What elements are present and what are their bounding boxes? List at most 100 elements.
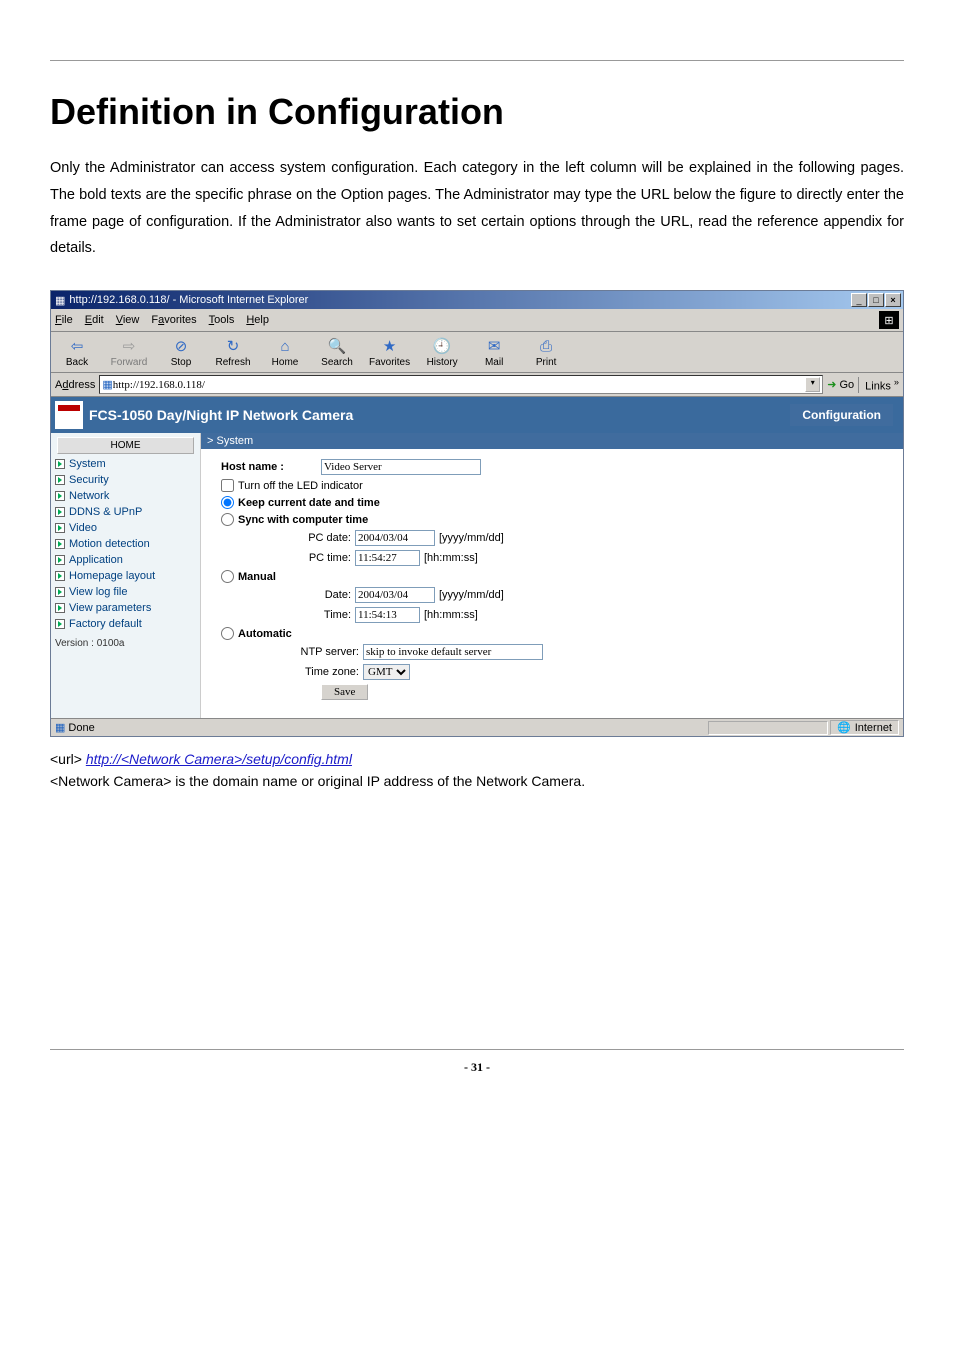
refresh-button[interactable]: ↻Refresh [213, 336, 253, 368]
save-button[interactable]: Save [321, 684, 368, 700]
minimize-button[interactable]: _ [851, 293, 867, 307]
manual-radio[interactable] [221, 570, 234, 583]
sidebar-item-params[interactable]: View parameters [51, 600, 200, 616]
automatic-label: Automatic [238, 628, 292, 640]
sidebar-item-label: Security [69, 474, 109, 486]
sidebar-item-label: Motion detection [69, 538, 150, 550]
bottom-rule [50, 1049, 904, 1050]
sidebar-item-application[interactable]: Application [51, 552, 200, 568]
sidebar-item-label: Homepage layout [69, 570, 155, 582]
toolbar: ⇦Back ⇨Forward ⊘Stop ↻Refresh ⌂Home 🔍Sea… [51, 332, 903, 373]
search-button[interactable]: 🔍Search [317, 336, 357, 368]
arrow-icon [55, 523, 65, 533]
address-label: Address [55, 379, 95, 391]
pc-date-input[interactable] [355, 530, 435, 546]
pc-date-hint: [yyyy/mm/dd] [439, 532, 504, 544]
home-button[interactable]: ⌂Home [265, 336, 305, 368]
sidebar-item-ddns[interactable]: DDNS & UPnP [51, 504, 200, 520]
sidebar-item-logfile[interactable]: View log file [51, 584, 200, 600]
sync-label: Sync with computer time [238, 514, 368, 526]
arrow-icon [55, 571, 65, 581]
status-pane [708, 721, 828, 735]
main-panel: > System Host name : Turn off the LED in… [201, 433, 903, 718]
sidebar-item-label: View parameters [69, 602, 151, 614]
manual-date-input[interactable] [355, 587, 435, 603]
arrow-icon [55, 619, 65, 629]
intro-paragraph: Only the Administrator can access system… [50, 155, 904, 262]
arrow-icon [55, 491, 65, 501]
sidebar-item-homepage[interactable]: Homepage layout [51, 568, 200, 584]
sync-radio[interactable] [221, 513, 234, 526]
config-url-link[interactable]: http://<Network Camera>/setup/config.htm… [86, 751, 352, 767]
forward-button: ⇨Forward [109, 336, 149, 368]
browser-window: ▦ http://192.168.0.118/ - Microsoft Inte… [50, 290, 904, 737]
manual-time-hint: [hh:mm:ss] [424, 609, 478, 621]
title-bar: ▦ http://192.168.0.118/ - Microsoft Inte… [51, 291, 903, 309]
ie-throbber-icon: ⊞ [879, 311, 899, 329]
window-title: http://192.168.0.118/ - Microsoft Intern… [69, 294, 308, 306]
sidebar-home[interactable]: HOME [57, 437, 194, 454]
tz-label: Time zone: [281, 666, 359, 678]
manual-label: Manual [238, 571, 276, 583]
arrow-icon [55, 603, 65, 613]
links-button[interactable]: Links » [858, 377, 899, 393]
host-name-input[interactable] [321, 459, 481, 475]
sidebar-item-network[interactable]: Network [51, 488, 200, 504]
arrow-icon [55, 475, 65, 485]
zone-label: Internet [855, 722, 892, 734]
maximize-button[interactable]: □ [868, 293, 884, 307]
sidebar-item-factory[interactable]: Factory default [51, 616, 200, 632]
manual-time-label: Time: [281, 609, 351, 621]
led-label: Turn off the LED indicator [238, 480, 363, 492]
sidebar-item-label: View log file [69, 586, 128, 598]
version-label: Version : 0100a [51, 632, 200, 655]
zone-indicator: 🌐 Internet [830, 720, 899, 735]
configuration-tab[interactable]: Configuration [790, 404, 893, 426]
pc-time-label: PC time: [281, 552, 351, 564]
print-button[interactable]: ⎙Print [526, 336, 566, 368]
menu-tools[interactable]: Tools [209, 314, 235, 326]
host-label: Host name : [221, 461, 321, 473]
arrow-icon [55, 539, 65, 549]
sidebar-item-label: Application [69, 554, 123, 566]
url-line: <url> http://<Network Camera>/setup/conf… [50, 751, 904, 767]
ntp-input[interactable] [363, 644, 543, 660]
sidebar-item-motion[interactable]: Motion detection [51, 536, 200, 552]
keep-time-label: Keep current date and time [238, 497, 380, 509]
sidebar-item-security[interactable]: Security [51, 472, 200, 488]
close-button[interactable]: × [885, 293, 901, 307]
manual-time-input[interactable] [355, 607, 420, 623]
menu-file[interactable]: File [55, 314, 73, 326]
stop-button[interactable]: ⊘Stop [161, 336, 201, 368]
page-heading: Definition in Configuration [50, 91, 904, 133]
manual-date-hint: [yyyy/mm/dd] [439, 589, 504, 601]
back-button[interactable]: ⇦Back [57, 336, 97, 368]
timezone-select[interactable]: GMT [363, 664, 410, 680]
page-content: FCS-1050 Day/Night IP Network Camera Con… [51, 397, 903, 718]
led-checkbox[interactable] [221, 479, 234, 492]
menu-help[interactable]: Help [246, 314, 269, 326]
mail-button[interactable]: ✉Mail [474, 336, 514, 368]
ie-page-icon: ▦ [102, 378, 112, 391]
pc-time-input[interactable] [355, 550, 420, 566]
sidebar-item-video[interactable]: Video [51, 520, 200, 536]
history-button[interactable]: 🕘History [422, 336, 462, 368]
sidebar-item-label: Video [69, 522, 97, 534]
keep-time-radio[interactable] [221, 496, 234, 509]
address-input[interactable] [113, 379, 805, 391]
sidebar-item-label: System [69, 458, 106, 470]
favorites-button[interactable]: ★Favorites [369, 336, 410, 368]
pc-date-label: PC date: [281, 532, 351, 544]
product-header: FCS-1050 Day/Night IP Network Camera Con… [51, 397, 903, 433]
status-bar: ▦ Done 🌐 Internet [51, 718, 903, 736]
product-title: FCS-1050 Day/Night IP Network Camera [89, 407, 353, 423]
sys-buttons: _ □ × [851, 293, 901, 307]
menu-favorites[interactable]: Favorites [151, 314, 196, 326]
address-dropdown-icon[interactable]: ▾ [805, 377, 820, 392]
menu-edit[interactable]: Edit [85, 314, 104, 326]
menu-view[interactable]: View [116, 314, 140, 326]
automatic-radio[interactable] [221, 627, 234, 640]
go-button[interactable]: ➜Go [827, 378, 854, 391]
breadcrumb: > System [201, 433, 903, 449]
sidebar-item-system[interactable]: System [51, 456, 200, 472]
